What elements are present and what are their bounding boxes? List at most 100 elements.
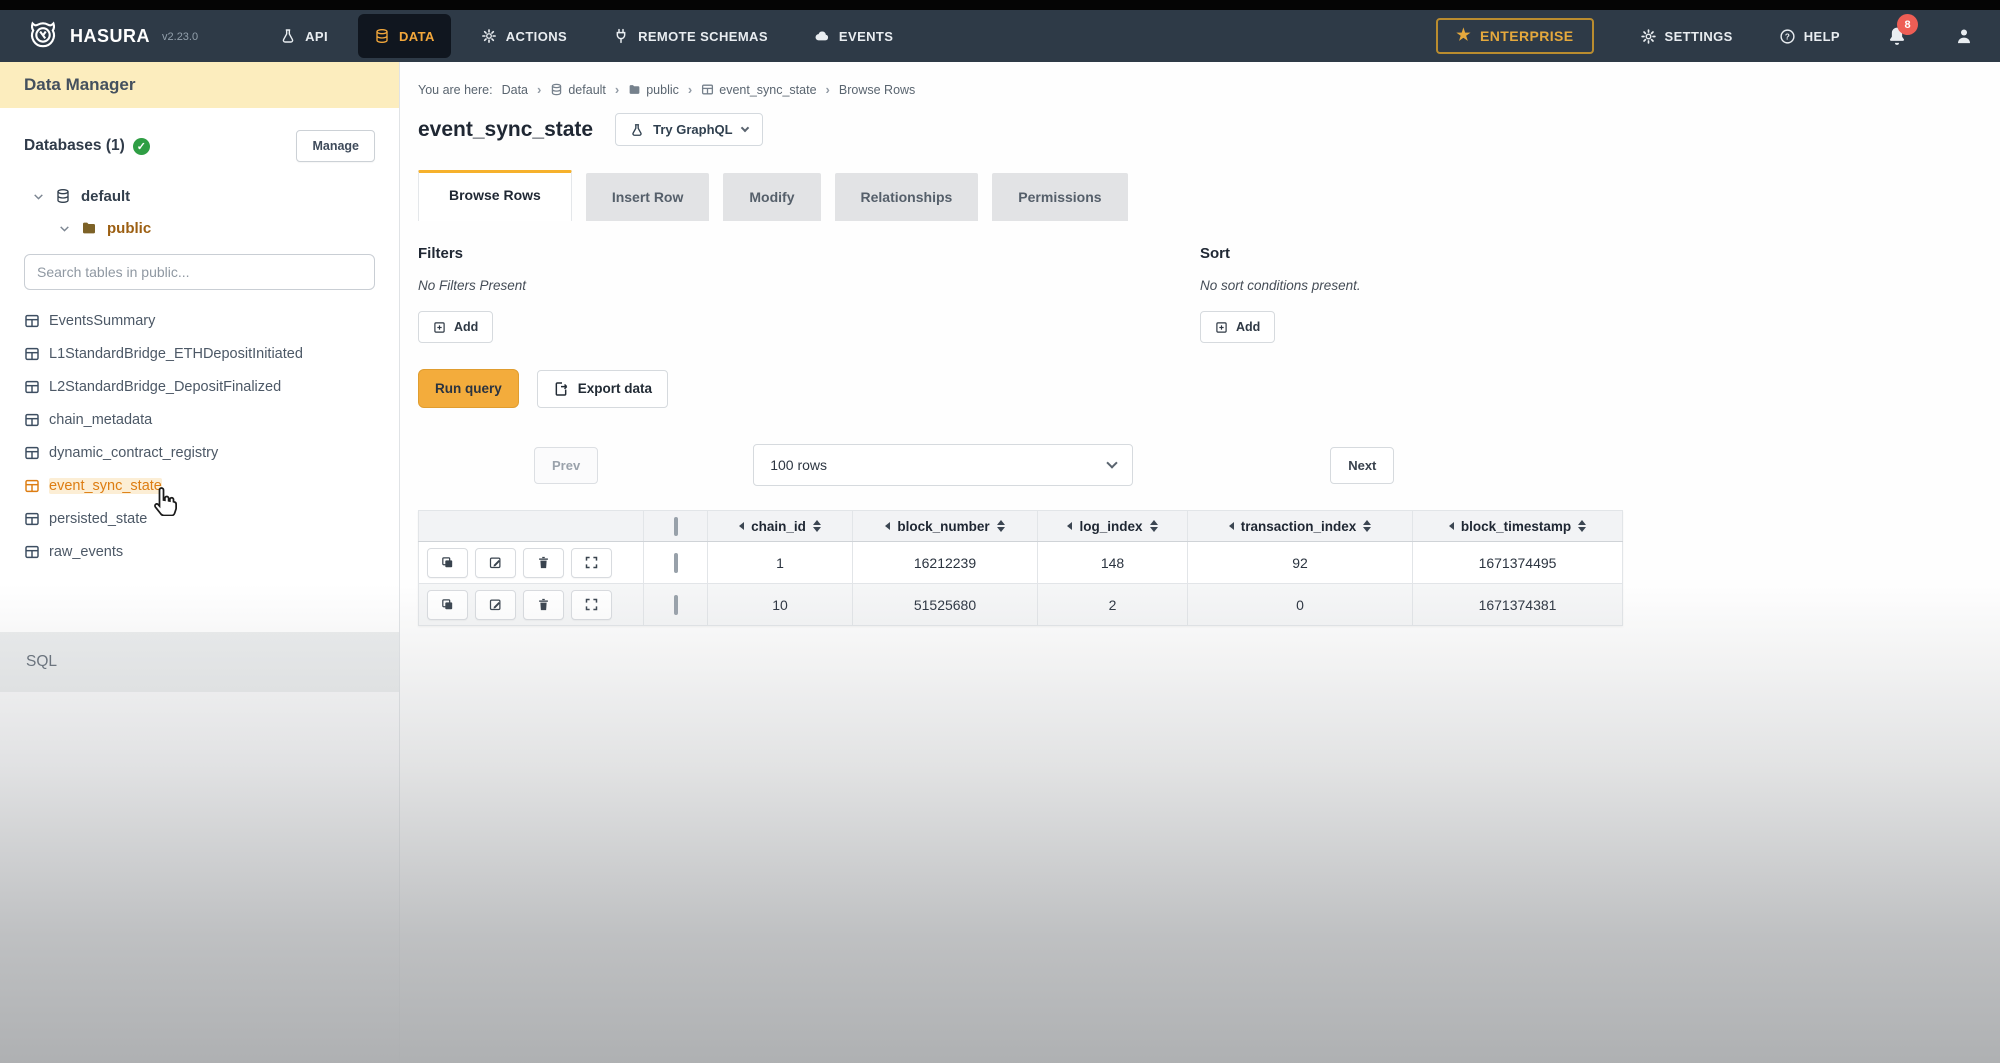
folder-icon [81, 220, 97, 236]
nav-events[interactable]: EVENTS [798, 14, 909, 58]
try-graphql-button[interactable]: Try GraphQL [615, 113, 762, 146]
table-name: event_sync_state [49, 478, 162, 494]
tab-insert-row[interactable]: Insert Row [586, 173, 710, 221]
settings-button[interactable]: SETTINGS [1640, 28, 1733, 45]
rows-per-page-select[interactable]: 100 rows [753, 444, 1133, 486]
cell-chain-id: 1 [708, 542, 853, 584]
nav-data[interactable]: DATA [358, 14, 451, 58]
nav-remote-schemas-label: REMOTE SCHEMAS [638, 29, 768, 44]
table-icon [24, 379, 40, 395]
sidebar-table-chain-metadata[interactable]: chain_metadata [24, 403, 375, 436]
filters-empty-text: No Filters Present [418, 278, 1200, 293]
collapse-column-icon[interactable] [1229, 522, 1234, 530]
filters-title: Filters [418, 245, 1200, 262]
nav-right: ★ ENTERPRISE SETTINGS ? HELP 8 [1436, 18, 1974, 54]
export-data-label: Export data [578, 381, 652, 396]
row-select-cell[interactable] [644, 542, 708, 584]
nav-api[interactable]: API [264, 14, 344, 58]
add-sort-button[interactable]: Add [1200, 311, 1275, 343]
table-name: raw_events [49, 544, 123, 560]
column-header-block-number[interactable]: block_number [853, 511, 1038, 542]
sidebar-table-l2standardbridge[interactable]: L2StandardBridge_DepositFinalized [24, 370, 375, 403]
breadcrumb-default[interactable]: default [550, 83, 606, 97]
row-checkbox[interactable] [674, 553, 678, 573]
next-page-button[interactable]: Next [1330, 447, 1394, 484]
breadcrumb-data[interactable]: Data [502, 83, 528, 97]
table-icon [24, 313, 40, 329]
clone-row-button[interactable] [427, 590, 468, 620]
table-header-row: chain_id block_number log_index transact… [419, 511, 1623, 542]
column-label: chain_id [751, 519, 806, 534]
nav-items: API DATA ACTIONS REMOTE SCHEMAS EVENTS [264, 10, 909, 62]
sort-icon[interactable] [997, 520, 1005, 532]
hasura-logo[interactable]: HASURA v2.23.0 [26, 19, 198, 53]
breadcrumb-event-sync-state[interactable]: event_sync_state [701, 83, 816, 97]
clone-row-button[interactable] [427, 548, 468, 578]
add-sort-label: Add [1236, 320, 1260, 334]
notification-badge: 8 [1897, 14, 1918, 35]
manage-button[interactable]: Manage [296, 130, 375, 162]
row-actions-cell [419, 584, 644, 626]
tab-browse-rows[interactable]: Browse Rows [418, 170, 572, 221]
sort-icon[interactable] [813, 520, 821, 532]
select-all-header-cell[interactable] [644, 511, 708, 542]
tab-permissions[interactable]: Permissions [992, 173, 1127, 221]
delete-row-button[interactable] [523, 548, 564, 578]
sidebar-table-persisted-state[interactable]: persisted_state [24, 502, 375, 535]
collapse-column-icon[interactable] [885, 522, 890, 530]
enterprise-button[interactable]: ★ ENTERPRISE [1436, 18, 1593, 54]
prev-page-button[interactable]: Prev [534, 447, 598, 484]
svg-text:?: ? [1785, 32, 1790, 41]
chevron-down-icon [1107, 457, 1118, 468]
edit-row-button[interactable] [475, 548, 516, 578]
select-all-checkbox[interactable] [674, 517, 678, 536]
user-menu-button[interactable] [1954, 26, 1974, 46]
settings-label: SETTINGS [1665, 29, 1733, 44]
export-data-button[interactable]: Export data [537, 370, 668, 408]
breadcrumb-browse-rows[interactable]: Browse Rows [839, 83, 915, 97]
letterbox-top [0, 0, 2000, 10]
copy-icon [440, 597, 455, 612]
table-name: EventsSummary [49, 313, 155, 329]
column-label: block_number [897, 519, 989, 534]
sidebar-table-l1standardbridge[interactable]: L1StandardBridge_ETHDepositInitiated [24, 337, 375, 370]
row-select-cell[interactable] [644, 584, 708, 626]
column-header-chain-id[interactable]: chain_id [708, 511, 853, 542]
tree-item-database[interactable]: default [32, 180, 375, 212]
sidebar-table-eventssummary[interactable]: EventsSummary [24, 304, 375, 337]
column-header-transaction-index[interactable]: transaction_index [1188, 511, 1413, 542]
expand-row-button[interactable] [571, 548, 612, 578]
breadcrumb-public[interactable]: public [628, 83, 679, 97]
table-icon [24, 445, 40, 461]
sidebar-table-dynamic-contract-registry[interactable]: dynamic_contract_registry [24, 436, 375, 469]
sort-icon[interactable] [1363, 520, 1371, 532]
collapse-column-icon[interactable] [1067, 522, 1072, 530]
expand-row-button[interactable] [571, 590, 612, 620]
nav-remote-schemas[interactable]: REMOTE SCHEMAS [597, 14, 784, 58]
sort-icon[interactable] [1578, 520, 1586, 532]
star-icon: ★ [1456, 28, 1471, 44]
sidebar-table-event-sync-state[interactable]: event_sync_state [24, 469, 375, 502]
nav-actions-label: ACTIONS [506, 29, 567, 44]
collapse-column-icon[interactable] [1449, 522, 1454, 530]
collapse-column-icon[interactable] [739, 522, 744, 530]
sidebar-table-raw-events[interactable]: raw_events [24, 535, 375, 568]
expand-icon [584, 555, 599, 570]
help-button[interactable]: ? HELP [1779, 28, 1840, 45]
notifications-button[interactable]: 8 [1886, 25, 1908, 47]
edit-row-button[interactable] [475, 590, 516, 620]
tab-modify[interactable]: Modify [723, 173, 820, 221]
column-header-block-timestamp[interactable]: block_timestamp [1413, 511, 1623, 542]
tab-relationships[interactable]: Relationships [835, 173, 979, 221]
column-header-log-index[interactable]: log_index [1038, 511, 1188, 542]
sidebar-sql-section[interactable]: SQL [0, 632, 399, 692]
search-tables-input[interactable] [24, 254, 375, 290]
nav-actions[interactable]: ACTIONS [465, 14, 583, 58]
add-filter-button[interactable]: Add [418, 311, 493, 343]
sort-icon[interactable] [1150, 520, 1158, 532]
tree-item-schema[interactable]: public [58, 212, 375, 244]
delete-row-button[interactable] [523, 590, 564, 620]
sidebar-body: Databases (1) ✓ Manage default public E [0, 108, 399, 632]
row-checkbox[interactable] [674, 595, 678, 615]
run-query-button[interactable]: Run query [418, 369, 519, 408]
